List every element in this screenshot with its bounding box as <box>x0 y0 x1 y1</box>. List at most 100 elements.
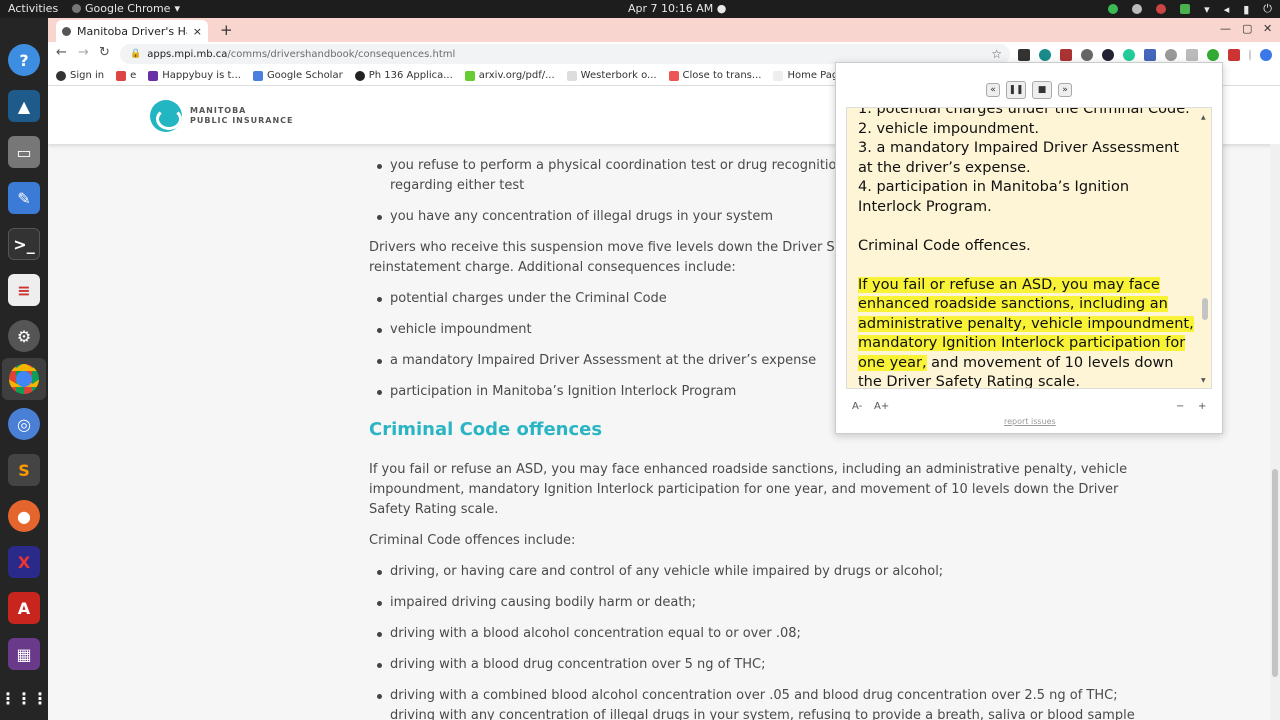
bookmark-2-label: Happybuy is t... <box>162 70 241 81</box>
extension-7-icon[interactable] <box>1144 49 1156 61</box>
show-apps-icon[interactable]: ⋮⋮⋮ <box>0 682 48 714</box>
bookmark-2[interactable]: Happybuy is t... <box>148 66 241 85</box>
bookmark-6[interactable]: Westerbork o... <box>566 66 657 85</box>
gmail-icon <box>116 70 127 81</box>
reader-scrollbar-thumb[interactable] <box>1202 298 1208 320</box>
tab-strip: Manitoba Driver's Handb × + — ▢ ✕ <box>48 18 1280 42</box>
activities-button[interactable]: Activities <box>8 2 58 15</box>
rate-decrease-button[interactable]: − <box>1176 401 1184 412</box>
profile-avatar[interactable] <box>1260 49 1272 61</box>
chrome-icon <box>72 4 81 13</box>
page-icon <box>566 70 577 81</box>
bookmark-5[interactable]: arxiv.org/pdf/... <box>464 66 555 85</box>
mpi-logo-icon <box>150 100 182 132</box>
bookmark-0[interactable]: Sign in <box>56 66 104 85</box>
extension-9-icon[interactable] <box>1186 49 1198 61</box>
scroll-up-icon[interactable]: ▲ <box>1201 108 1206 128</box>
bookmark-7-label: Close to trans... <box>682 70 762 81</box>
paragraph-line: reinstatement charge. Additional consequ… <box>369 260 736 275</box>
bookmark-star-icon[interactable]: ☆ <box>991 47 1002 61</box>
rate-increase-button[interactable]: + <box>1198 401 1206 412</box>
maximize-icon[interactable]: ▢ <box>1242 22 1252 35</box>
list-item: driving with a blood drug concentration … <box>369 655 1139 675</box>
google-icon <box>56 70 66 81</box>
extension-6-icon[interactable] <box>1123 49 1135 61</box>
files-icon[interactable]: ▭ <box>8 136 40 168</box>
bookmark-6-label: Westerbork o... <box>580 70 657 81</box>
list-item: driving, or having care and control of a… <box>369 562 1139 582</box>
forward-icon[interactable]: → <box>78 45 89 60</box>
close-window-icon[interactable]: ✕ <box>1263 22 1272 35</box>
minimize-icon[interactable]: — <box>1220 22 1231 35</box>
read-aloud-text-area: 1. potential charges under the Criminal … <box>846 107 1212 389</box>
video-app-icon[interactable]: ▦ <box>8 638 40 670</box>
clock-label: Apr 7 10:16 AM <box>628 2 714 15</box>
extension-8-icon[interactable] <box>1165 49 1177 61</box>
volume-icon: ◂ <box>1223 2 1230 16</box>
read-aloud-icon[interactable] <box>1228 49 1240 61</box>
reader-scrollbar[interactable]: ▲ ▼ <box>1201 112 1209 384</box>
stop-button[interactable]: ■ <box>1032 81 1052 99</box>
back-icon[interactable]: ← <box>56 45 67 60</box>
wifi-icon: ▾ <box>1204 2 1210 16</box>
bookmark-1-label: e <box>130 70 137 81</box>
firefox-icon[interactable]: ● <box>8 500 40 532</box>
bookmark-4[interactable]: Ph 136 Applica... <box>354 66 453 85</box>
extension-10-icon[interactable] <box>1207 49 1219 61</box>
list-item-text: regarding either test <box>390 178 525 193</box>
reader-line: 4. participation in Manitoba’s Ignition … <box>858 179 1130 215</box>
bookmark-4-label: Ph 136 Applica... <box>368 70 453 81</box>
previous-button[interactable]: « <box>986 83 1000 97</box>
document-viewer-icon[interactable]: ≡ <box>8 274 40 306</box>
bookmark-3[interactable]: Google Scholar <box>252 66 343 85</box>
font-decrease-button[interactable]: A- <box>852 401 862 412</box>
new-tab-button[interactable]: + <box>220 21 233 39</box>
report-issues-link[interactable]: report issues <box>1004 417 1056 426</box>
extension-5-icon[interactable] <box>1102 49 1114 61</box>
logo-line-2: PUBLIC INSURANCE <box>190 116 294 125</box>
battery-icon: ▮ <box>1243 2 1250 16</box>
status-green-icon <box>1108 4 1119 14</box>
page-scrollbar[interactable] <box>1270 144 1280 720</box>
bookmark-1[interactable]: e <box>116 66 136 85</box>
photo-app-icon[interactable]: ▲ <box>8 90 40 122</box>
github-icon <box>354 70 365 81</box>
next-button[interactable]: » <box>1058 83 1072 97</box>
extension-3-icon[interactable] <box>1060 49 1072 61</box>
reader-heading: Criminal Code offences. <box>858 237 1031 254</box>
chrome-logo-icon <box>9 364 39 394</box>
text-editor-icon[interactable]: ✎ <box>8 182 40 214</box>
notification-dot-icon: ● <box>716 2 727 15</box>
chromium-icon[interactable]: ◎ <box>8 408 40 440</box>
address-bar[interactable]: 🔒 apps.mpi.mb.ca/comms/drivershandbook/c… <box>120 44 1010 64</box>
bookmark-7[interactable]: Close to trans... <box>668 66 762 85</box>
tab-title: Manitoba Driver's Handb <box>77 24 187 38</box>
chrome-dock-icon[interactable] <box>2 358 46 400</box>
system-tray[interactable]: ▾ ◂ ▮ ⏻ <box>1108 2 1272 16</box>
reader-line: 3. a mandatory Impaired Driver Assessmen… <box>858 140 1180 176</box>
help-icon[interactable]: ? <box>8 44 40 76</box>
pdf-app-icon[interactable]: A <box>8 592 40 624</box>
xmind-icon[interactable]: X <box>8 546 40 578</box>
extension-1-icon[interactable] <box>1018 49 1030 61</box>
font-increase-button[interactable]: A+ <box>874 401 889 412</box>
clock[interactable]: Apr 7 10:16 AM ● <box>628 2 726 15</box>
tab-manitoba-handbook[interactable]: Manitoba Driver's Handb × <box>56 20 208 42</box>
mpi-logo[interactable]: MANITOBA PUBLIC INSURANCE <box>150 100 294 132</box>
settings-icon[interactable]: ⚙ <box>8 320 40 352</box>
tab-close-icon[interactable]: × <box>193 25 202 38</box>
sublime-icon[interactable]: S <box>8 454 40 486</box>
pause-button[interactable]: ❚❚ <box>1006 81 1026 99</box>
page-icon <box>773 70 784 81</box>
page-scrollbar-thumb[interactable] <box>1272 469 1278 677</box>
reload-icon[interactable]: ↻ <box>99 45 110 60</box>
warning-icon <box>668 70 679 81</box>
app-menu[interactable]: Google Chrome ▾ <box>72 2 180 15</box>
favicon-icon <box>62 26 71 36</box>
extension-4-icon[interactable] <box>1081 49 1093 61</box>
bookmark-0-label: Sign in <box>70 70 105 81</box>
extension-2-icon[interactable] <box>1039 49 1051 61</box>
terminal-icon[interactable]: >_ <box>8 228 40 260</box>
scroll-down-icon[interactable]: ▼ <box>1201 371 1206 389</box>
bookmark-5-label: arxiv.org/pdf/... <box>478 70 555 81</box>
